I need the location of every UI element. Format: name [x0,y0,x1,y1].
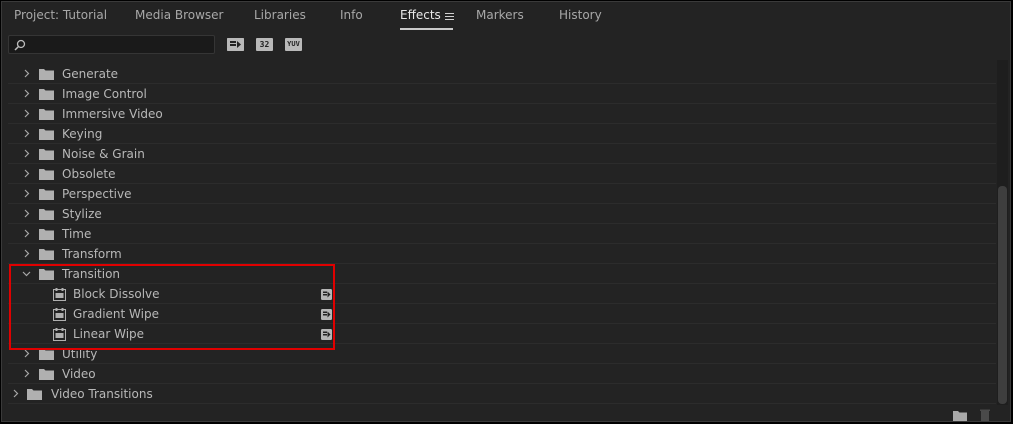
tab-project[interactable]: Project: Tutorial [14,8,107,22]
folder-label: Stylize [62,207,102,221]
folder-row[interactable]: Immersive Video [8,105,996,124]
folder-icon [39,269,54,280]
active-tab-indicator [400,28,453,30]
accelerated-effect-icon [321,289,332,300]
folder-icon [39,189,54,200]
chevron-right-icon[interactable] [22,149,31,158]
folder-icon [39,109,54,120]
effect-row[interactable]: Gradient Wipe [8,305,996,324]
32-bit-filter-icon[interactable]: 32 [256,38,273,51]
tab-libraries[interactable]: Libraries [254,8,306,22]
folder-icon [39,69,54,80]
tab-markers[interactable]: Markers [476,8,524,22]
chevron-right-icon[interactable] [22,89,31,98]
folder-icon [39,169,54,180]
tab-info[interactable]: Info [340,8,363,22]
folder-icon [39,149,54,160]
folder-label: Noise & Grain [62,147,145,161]
search-icon [14,39,26,51]
folder-row[interactable]: Keying [8,125,996,144]
effects-tree: Generate Image Control Immersive Video Keyi… [8,65,996,405]
folder-label: Immersive Video [62,107,163,121]
folder-label: Image Control [62,87,147,101]
new-bin-icon[interactable] [953,409,967,421]
folder-row[interactable]: Video Transitions [8,385,996,404]
folder-row[interactable]: Generate [8,65,996,84]
chevron-right-icon[interactable] [22,369,31,378]
chevron-right-icon[interactable] [22,129,31,138]
tab-history[interactable]: History [559,8,602,22]
panel-menu-icon[interactable] [445,13,454,20]
folder-row[interactable]: Time [8,225,996,244]
folder-label: Transition [62,267,121,281]
effect-label: Block Dissolve [73,287,160,301]
folder-label: Perspective [62,187,132,201]
effects-panel: Project: Tutorial Media Browser Librarie… [1,1,1011,422]
chevron-right-icon[interactable] [11,389,20,398]
search-box[interactable] [8,35,215,54]
panel-footer [2,405,1010,422]
tab-effects[interactable]: Effects [400,8,441,22]
folder-icon [39,249,54,260]
search-input[interactable] [29,37,209,52]
effect-label: Linear Wipe [73,327,145,341]
folder-label: Utility [62,347,98,361]
accelerated-effect-icon [321,309,332,320]
chevron-right-icon[interactable] [22,209,31,218]
scrollbar-thumb[interactable] [998,186,1007,404]
folder-row[interactable]: Image Control [8,85,996,104]
chevron-right-icon[interactable] [22,169,31,178]
effect-icon [53,328,66,341]
folder-icon [39,129,54,140]
panel-tab-bar: Project: Tutorial Media Browser Librarie… [2,2,1010,32]
folder-icon [39,369,54,380]
folder-row[interactable]: Video [8,365,996,384]
chevron-down-icon[interactable] [22,269,31,278]
tab-media-browser[interactable]: Media Browser [135,8,223,22]
folder-label: Video Transitions [51,387,153,401]
folder-row[interactable]: Obsolete [8,165,996,184]
folder-row[interactable]: Transform [8,245,996,264]
accelerated-effect-icon [321,329,332,340]
accelerated-effects-filter-icon[interactable] [227,38,244,51]
folder-row[interactable]: Transition [8,265,996,284]
folder-row[interactable]: Noise & Grain [8,145,996,164]
folder-row[interactable]: Perspective [8,185,996,204]
yuv-filter-icon[interactable]: YUV [285,38,302,51]
folder-label: Obsolete [62,167,116,181]
chevron-right-icon[interactable] [22,249,31,258]
effect-icon [53,288,66,301]
folder-label: Generate [62,67,119,81]
folder-label: Transform [62,247,122,261]
folder-icon [39,209,54,220]
folder-row[interactable]: Utility [8,345,996,364]
folder-icon [39,349,54,360]
folder-label: Keying [62,127,103,141]
effect-row[interactable]: Linear Wipe [8,325,996,344]
effect-row[interactable]: Block Dissolve [8,285,996,304]
chevron-right-icon[interactable] [22,189,31,198]
folder-label: Video [62,367,96,381]
folder-label: Time [62,227,92,241]
chevron-right-icon[interactable] [22,109,31,118]
chevron-right-icon[interactable] [22,349,31,358]
trash-icon[interactable] [978,409,992,421]
effect-icon [53,308,66,321]
effect-label: Gradient Wipe [73,307,159,321]
folder-icon [27,389,42,400]
chevron-right-icon[interactable] [22,69,31,78]
chevron-right-icon[interactable] [22,229,31,238]
folder-icon [39,89,54,100]
folder-icon [39,229,54,240]
folder-row[interactable]: Stylize [8,205,996,224]
